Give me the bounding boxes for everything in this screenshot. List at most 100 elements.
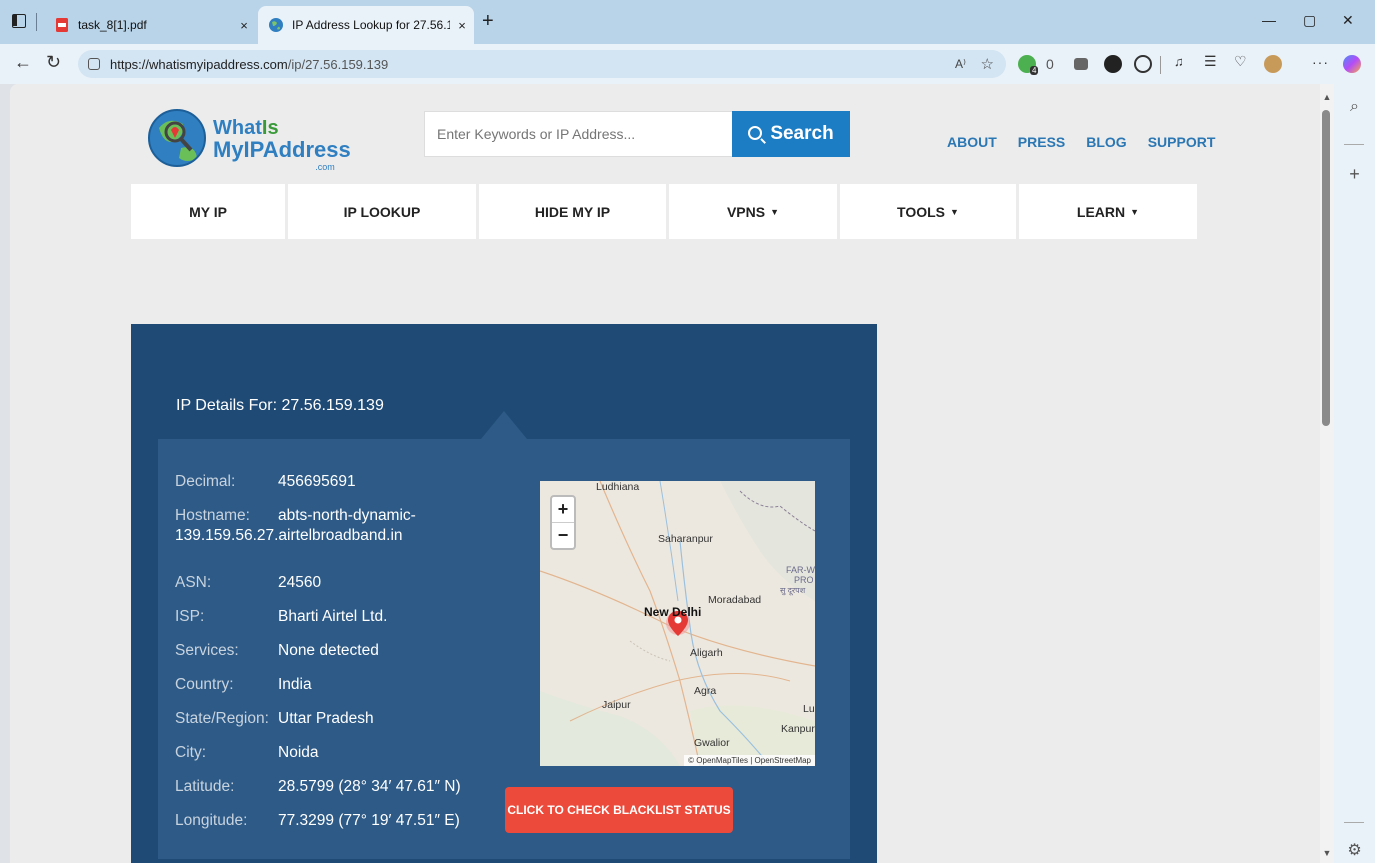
logo-myipaddress: MyIPAddress — [213, 137, 351, 162]
nav-my-ip[interactable]: MY IP — [131, 184, 288, 239]
search-button[interactable]: Search — [732, 111, 850, 157]
caret-down-icon: ▼ — [1130, 206, 1140, 217]
site-header: WhatIs MyIPAddress .com Search ABOUT PRE… — [10, 84, 1320, 184]
sidebar-add-icon[interactable]: + — [1334, 164, 1375, 185]
nav-vpns[interactable]: VPNS ▼ — [669, 184, 840, 239]
logo-tld: .com — [315, 162, 335, 172]
detail-key: ISP: — [175, 608, 205, 625]
sidebar-search-icon[interactable]: ⌕ — [1334, 98, 1375, 116]
logo-is: Is — [261, 117, 279, 139]
check-blacklist-button[interactable]: CLICK TO CHECK BLACKLIST STATUS — [505, 787, 733, 833]
scroll-up-icon[interactable]: ▲ — [1320, 92, 1334, 102]
link-press[interactable]: PRESS — [1018, 134, 1065, 150]
nav-label: VPNS — [726, 203, 766, 220]
scrollbar-thumb[interactable] — [1322, 110, 1330, 426]
link-blog[interactable]: BLOG — [1086, 134, 1126, 150]
map-label-jaipur: Jaipur — [602, 699, 631, 711]
map-attribution[interactable]: © OpenMapTiles | OpenStreetMap — [684, 755, 815, 766]
ip-details-title: IP Details For: 27.56.159.139 — [176, 397, 384, 414]
pdf-icon — [56, 18, 68, 32]
extension-disc-icon[interactable] — [1104, 55, 1122, 73]
map-label-ludhiana: Ludhiana — [596, 481, 640, 493]
tab-divider — [36, 13, 37, 31]
extension-badge: 4 — [1030, 66, 1039, 75]
music-extension-icon[interactable]: ♫ — [1174, 54, 1192, 72]
tab-pdf[interactable]: task_8[1].pdf × — [44, 6, 256, 44]
nav-hide-my-ip[interactable]: HIDE MY IP — [479, 184, 669, 239]
extension-puzzle-icon[interactable] — [1134, 55, 1152, 73]
health-icon[interactable]: ♡ — [1234, 53, 1252, 71]
detail-row-isp: ISP: Bharti Airtel Ltd. — [175, 607, 505, 641]
map-terrain — [540, 481, 815, 766]
ip-details-card: Decimal: 456695691 Hostname: abts-north-dy… — [158, 439, 850, 859]
tab-close-icon[interactable]: × — [450, 18, 474, 33]
map-label-aligarh: Aligarh — [690, 647, 723, 659]
detail-value: abts-north-dynamic- — [278, 507, 416, 524]
nav-label: TOOLS — [897, 203, 946, 220]
detail-value: 28.5799 (28° 34′ 47.61″ N) — [278, 778, 461, 795]
map-label-moradabad: Moradabad — [708, 594, 762, 606]
minimize-icon[interactable]: — — [1262, 12, 1276, 28]
search-icon — [748, 126, 763, 140]
favorites-list-icon[interactable]: ☰ — [1204, 53, 1222, 71]
detail-value: Noida — [278, 744, 319, 761]
lock-icon[interactable] — [88, 58, 100, 70]
detail-row-city: City: Noida — [175, 743, 505, 777]
tab-actions-icon[interactable] — [12, 14, 26, 28]
tab-label: task_8[1].pdf — [78, 18, 147, 32]
map-label-agra: Agra — [694, 685, 717, 697]
sidebar-divider — [1344, 144, 1364, 145]
sidebar-settings-gear-icon[interactable]: ⚙ — [1334, 840, 1375, 860]
close-window-icon[interactable]: ✕ — [1342, 12, 1354, 29]
zoom-in-button[interactable]: + — [552, 497, 574, 523]
map-label-region: PRO — [794, 575, 814, 585]
globe-logo-icon — [148, 109, 206, 167]
caret-down-icon: ▼ — [950, 206, 959, 217]
restore-icon[interactable]: ▢ — [1303, 12, 1316, 29]
link-about[interactable]: ABOUT — [947, 134, 997, 150]
detail-value: 24560 — [278, 574, 322, 591]
detail-key: Latitude: — [175, 778, 235, 795]
detail-value: 456695691 — [278, 473, 356, 490]
detail-key: Decimal: — [175, 473, 236, 490]
detail-value-cont: 139.159.56.27.airtelbroadband.in — [175, 527, 403, 544]
ip-details-panel: IP Details For: 27.56.159.139 Decimal: 45… — [131, 324, 877, 863]
nav-learn[interactable]: LEARN ▼ — [1019, 184, 1197, 239]
browser-sidebar: ⌕ + ⚙ — [1334, 84, 1375, 863]
tab-close-icon[interactable]: × — [232, 18, 256, 33]
profile-avatar[interactable] — [1264, 55, 1282, 73]
detail-key: Services: — [175, 642, 239, 659]
search-button-label: Search — [770, 123, 834, 144]
nav-tools[interactable]: TOOLS ▼ — [840, 184, 1019, 239]
link-support[interactable]: SUPPORT — [1148, 134, 1216, 150]
sidebar-divider — [1344, 822, 1364, 823]
panel-notch — [481, 411, 527, 439]
zoom-out-button[interactable]: − — [552, 523, 574, 549]
map-label-lucknow: Lu — [803, 703, 815, 715]
map-label-kanpur: Kanpur — [781, 723, 815, 735]
copilot-icon[interactable] — [1343, 55, 1361, 73]
scroll-down-icon[interactable]: ▼ — [1320, 848, 1334, 858]
more-menu-icon[interactable]: ··· — [1312, 54, 1329, 70]
search-input[interactable] — [424, 111, 732, 157]
detail-value: Uttar Pradesh — [278, 710, 374, 727]
refresh-icon[interactable]: ↻ — [46, 52, 61, 73]
detail-row-services: Services: None detected — [175, 641, 505, 675]
caret-down-icon: ▼ — [770, 206, 780, 217]
browser-tab-bar: task_8[1].pdf × IP Address Lookup for 27… — [0, 0, 1375, 44]
tab-ip-lookup[interactable]: IP Address Lookup for 27.56.159.139 × — [258, 6, 474, 44]
nav-label: LEARN — [1076, 203, 1126, 220]
address-bar[interactable]: https://whatismyipaddress.com/ip/27.56.1… — [78, 50, 1006, 78]
extension-counter[interactable]: 0 — [1046, 56, 1054, 72]
back-arrow-icon[interactable]: ← — [14, 52, 32, 73]
favorite-star-icon[interactable]: ☆ — [981, 55, 994, 73]
extension-box-icon[interactable] — [1074, 58, 1088, 70]
site-logo[interactable]: WhatIs MyIPAddress .com — [145, 102, 351, 180]
location-map[interactable]: + − Ludhiana Saharanpur New Delhi Morada… — [540, 481, 815, 766]
address-bar-row: ← ↻ https://whatismyipaddress.com/ip/27.… — [0, 44, 1375, 84]
detail-value: India — [278, 676, 312, 693]
detail-key: City: — [175, 744, 206, 761]
new-tab-button[interactable]: + — [482, 10, 494, 33]
nav-ip-lookup[interactable]: IP LOOKUP — [288, 184, 479, 239]
read-aloud-icon[interactable]: A⁾ — [955, 57, 966, 71]
